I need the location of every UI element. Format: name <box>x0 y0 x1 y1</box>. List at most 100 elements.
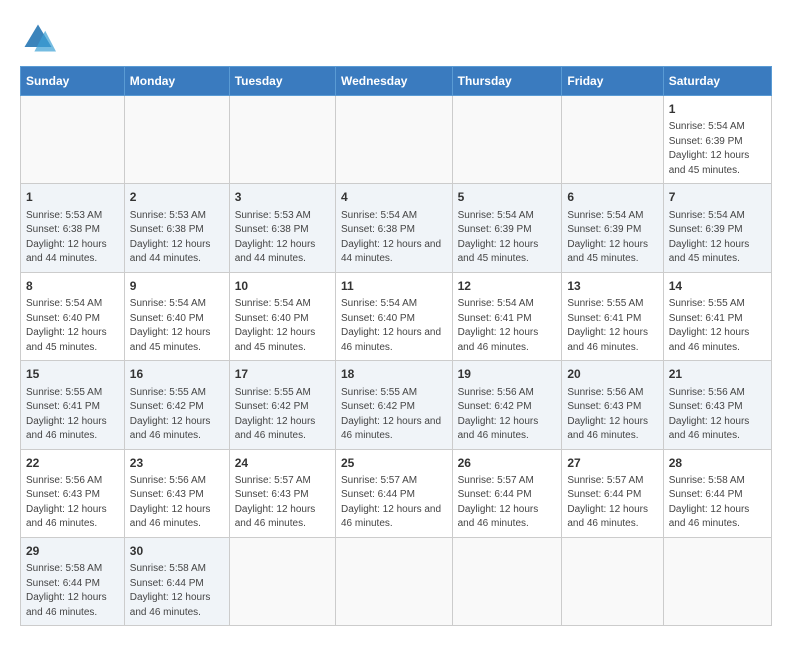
day-number: 2 <box>130 189 224 206</box>
day-info: Sunrise: 5:55 AM Sunset: 6:42 PM Dayligh… <box>235 386 330 444</box>
sunrise: Sunrise: 5:55 AM <box>669 298 745 309</box>
day-info: Sunrise: 5:55 AM Sunset: 6:42 PM Dayligh… <box>130 386 224 444</box>
sunrise: Sunrise: 5:54 AM <box>341 210 417 221</box>
day-info: Sunrise: 5:54 AM Sunset: 6:40 PM Dayligh… <box>341 297 447 355</box>
day-info: Sunrise: 5:53 AM Sunset: 6:38 PM Dayligh… <box>130 209 224 267</box>
calendar-cell: 7 Sunrise: 5:54 AM Sunset: 6:39 PM Dayli… <box>663 184 771 272</box>
sunrise: Sunrise: 5:54 AM <box>458 210 534 221</box>
sunset: Sunset: 6:40 PM <box>235 313 309 324</box>
daylight: Daylight: 12 hours and 46 minutes. <box>130 416 211 442</box>
day-number: 15 <box>26 366 119 383</box>
sunrise: Sunrise: 5:56 AM <box>458 387 534 398</box>
sunset: Sunset: 6:39 PM <box>567 224 641 235</box>
sunrise: Sunrise: 5:55 AM <box>26 387 102 398</box>
calendar-cell <box>335 96 452 184</box>
sunset: Sunset: 6:42 PM <box>458 401 532 412</box>
calendar-cell: 1 Sunrise: 5:53 AM Sunset: 6:38 PM Dayli… <box>21 184 125 272</box>
day-number: 9 <box>130 278 224 295</box>
day-number: 19 <box>458 366 557 383</box>
calendar-cell: 25 Sunrise: 5:57 AM Sunset: 6:44 PM Dayl… <box>335 449 452 537</box>
logo-icon <box>20 20 56 56</box>
day-info: Sunrise: 5:56 AM Sunset: 6:42 PM Dayligh… <box>458 386 557 444</box>
daylight: Daylight: 12 hours and 45 minutes. <box>235 327 316 353</box>
sunrise: Sunrise: 5:56 AM <box>567 387 643 398</box>
page-header <box>20 20 772 56</box>
calendar-cell: 11 Sunrise: 5:54 AM Sunset: 6:40 PM Dayl… <box>335 272 452 360</box>
day-info: Sunrise: 5:56 AM Sunset: 6:43 PM Dayligh… <box>669 386 766 444</box>
day-number: 20 <box>567 366 657 383</box>
calendar-cell: 8 Sunrise: 5:54 AM Sunset: 6:40 PM Dayli… <box>21 272 125 360</box>
daylight: Daylight: 12 hours and 46 minutes. <box>26 592 107 618</box>
daylight: Daylight: 12 hours and 46 minutes. <box>669 416 750 442</box>
calendar-cell: 20 Sunrise: 5:56 AM Sunset: 6:43 PM Dayl… <box>562 361 663 449</box>
sunset: Sunset: 6:43 PM <box>235 489 309 500</box>
sunset: Sunset: 6:38 PM <box>235 224 309 235</box>
calendar-cell: 9 Sunrise: 5:54 AM Sunset: 6:40 PM Dayli… <box>124 272 229 360</box>
calendar-cell: 30 Sunrise: 5:58 AM Sunset: 6:44 PM Dayl… <box>124 537 229 625</box>
calendar-cell: 14 Sunrise: 5:55 AM Sunset: 6:41 PM Dayl… <box>663 272 771 360</box>
daylight: Daylight: 12 hours and 46 minutes. <box>130 592 211 618</box>
calendar-cell: 3 Sunrise: 5:53 AM Sunset: 6:38 PM Dayli… <box>229 184 335 272</box>
daylight: Daylight: 12 hours and 45 minutes. <box>130 327 211 353</box>
calendar-cell: 6 Sunrise: 5:54 AM Sunset: 6:39 PM Dayli… <box>562 184 663 272</box>
calendar-cell: 12 Sunrise: 5:54 AM Sunset: 6:41 PM Dayl… <box>452 272 562 360</box>
sunset: Sunset: 6:41 PM <box>26 401 100 412</box>
day-number: 7 <box>669 189 766 206</box>
calendar-cell: 15 Sunrise: 5:55 AM Sunset: 6:41 PM Dayl… <box>21 361 125 449</box>
calendar-cell <box>562 537 663 625</box>
calendar-cell <box>663 537 771 625</box>
calendar-cell: 27 Sunrise: 5:57 AM Sunset: 6:44 PM Dayl… <box>562 449 663 537</box>
calendar-table: SundayMondayTuesdayWednesdayThursdayFrid… <box>20 66 772 626</box>
calendar-cell <box>452 537 562 625</box>
day-number: 28 <box>669 455 766 472</box>
daylight: Daylight: 12 hours and 46 minutes. <box>341 416 441 442</box>
daylight: Daylight: 12 hours and 46 minutes. <box>669 327 750 353</box>
day-number: 4 <box>341 189 447 206</box>
daylight: Daylight: 12 hours and 44 minutes. <box>341 239 441 265</box>
daylight: Daylight: 12 hours and 46 minutes. <box>567 327 648 353</box>
day-number: 25 <box>341 455 447 472</box>
daylight: Daylight: 12 hours and 46 minutes. <box>130 504 211 530</box>
sunset: Sunset: 6:42 PM <box>235 401 309 412</box>
day-info: Sunrise: 5:55 AM Sunset: 6:42 PM Dayligh… <box>341 386 447 444</box>
daylight: Daylight: 12 hours and 44 minutes. <box>235 239 316 265</box>
sunset: Sunset: 6:38 PM <box>130 224 204 235</box>
column-header-friday: Friday <box>562 67 663 96</box>
sunrise: Sunrise: 5:54 AM <box>130 298 206 309</box>
daylight: Daylight: 12 hours and 46 minutes. <box>235 504 316 530</box>
daylight: Daylight: 12 hours and 46 minutes. <box>567 504 648 530</box>
daylight: Daylight: 12 hours and 44 minutes. <box>26 239 107 265</box>
sunrise: Sunrise: 5:58 AM <box>26 563 102 574</box>
sunrise: Sunrise: 5:54 AM <box>567 210 643 221</box>
sunrise: Sunrise: 5:57 AM <box>341 475 417 486</box>
calendar-week-row: 1 Sunrise: 5:54 AM Sunset: 6:39 PM Dayli… <box>21 96 772 184</box>
daylight: Daylight: 12 hours and 46 minutes. <box>567 416 648 442</box>
day-info: Sunrise: 5:57 AM Sunset: 6:44 PM Dayligh… <box>458 474 557 532</box>
day-number: 23 <box>130 455 224 472</box>
daylight: Daylight: 12 hours and 44 minutes. <box>130 239 211 265</box>
calendar-cell: 13 Sunrise: 5:55 AM Sunset: 6:41 PM Dayl… <box>562 272 663 360</box>
day-number: 14 <box>669 278 766 295</box>
sunset: Sunset: 6:42 PM <box>341 401 415 412</box>
calendar-week-row: 8 Sunrise: 5:54 AM Sunset: 6:40 PM Dayli… <box>21 272 772 360</box>
sunrise: Sunrise: 5:56 AM <box>26 475 102 486</box>
calendar-cell <box>229 96 335 184</box>
day-number: 16 <box>130 366 224 383</box>
calendar-cell: 16 Sunrise: 5:55 AM Sunset: 6:42 PM Dayl… <box>124 361 229 449</box>
day-info: Sunrise: 5:54 AM Sunset: 6:39 PM Dayligh… <box>458 209 557 267</box>
day-number: 29 <box>26 543 119 560</box>
daylight: Daylight: 12 hours and 46 minutes. <box>341 327 441 353</box>
day-info: Sunrise: 5:54 AM Sunset: 6:39 PM Dayligh… <box>567 209 657 267</box>
day-info: Sunrise: 5:54 AM Sunset: 6:41 PM Dayligh… <box>458 297 557 355</box>
sunrise: Sunrise: 5:57 AM <box>235 475 311 486</box>
day-number: 1 <box>26 189 119 206</box>
calendar-week-row: 29 Sunrise: 5:58 AM Sunset: 6:44 PM Dayl… <box>21 537 772 625</box>
day-info: Sunrise: 5:57 AM Sunset: 6:44 PM Dayligh… <box>567 474 657 532</box>
sunrise: Sunrise: 5:54 AM <box>235 298 311 309</box>
sunset: Sunset: 6:41 PM <box>458 313 532 324</box>
sunset: Sunset: 6:40 PM <box>130 313 204 324</box>
sunset: Sunset: 6:43 PM <box>669 401 743 412</box>
day-number: 10 <box>235 278 330 295</box>
calendar-cell: 10 Sunrise: 5:54 AM Sunset: 6:40 PM Dayl… <box>229 272 335 360</box>
calendar-cell: 29 Sunrise: 5:58 AM Sunset: 6:44 PM Dayl… <box>21 537 125 625</box>
